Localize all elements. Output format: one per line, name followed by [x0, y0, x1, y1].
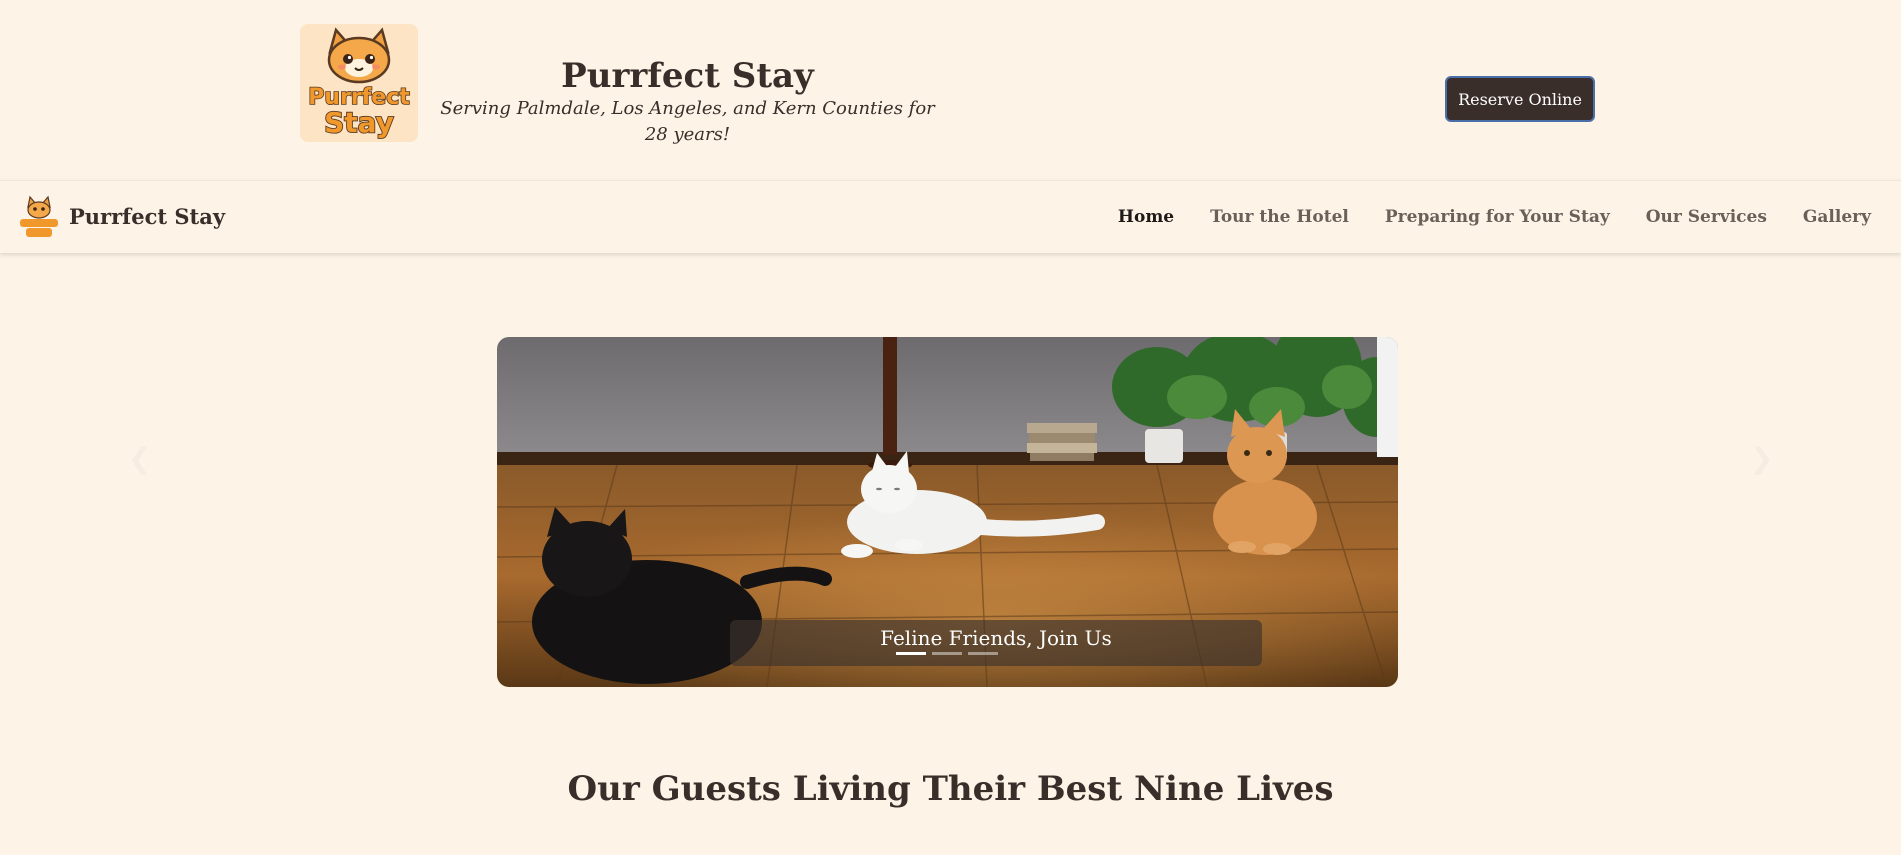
top-header: Purrfect Stay Purrfect Stay Serving Palm…	[0, 0, 1901, 180]
section-heading: Our Guests Living Their Best Nine Lives	[567, 769, 1334, 809]
nav-brand[interactable]: Purrfect Stay	[69, 203, 225, 231]
carousel-caption: Feline Friends, Join Us	[730, 620, 1262, 666]
carousel-caption-text: Feline Friends, Join Us	[880, 626, 1112, 650]
site-logo[interactable]: Purrfect Stay	[300, 24, 418, 142]
hero-carousel: ❮ ❯ Feline Friends, Join Us	[0, 252, 1901, 702]
nav-logo[interactable]	[18, 195, 60, 239]
carousel-slide: Feline Friends, Join Us	[497, 337, 1398, 687]
cat-logo-icon: Purrfect Stay	[307, 27, 411, 140]
nav-item-our-services[interactable]: Our Services	[1646, 205, 1767, 229]
nav-links: Home Tour the Hotel Preparing for Your S…	[1118, 205, 1871, 229]
carousel-indicators	[896, 652, 998, 655]
nav-item-gallery[interactable]: Gallery	[1803, 205, 1871, 229]
cat-logo-icon	[20, 195, 58, 237]
nav-item-home[interactable]: Home	[1118, 205, 1174, 229]
nav-item-preparing-for-your-stay[interactable]: Preparing for Your Stay	[1385, 205, 1610, 229]
site-tagline: Serving Palmdale, Los Angeles, and Kern …	[440, 98, 935, 145]
carousel-indicator-2[interactable]	[932, 652, 962, 655]
carousel-indicator-3[interactable]	[968, 652, 998, 655]
main-navbar: Purrfect Stay Home Tour the Hotel Prepar…	[0, 180, 1901, 253]
nav-item-tour-the-hotel[interactable]: Tour the Hotel	[1210, 205, 1349, 229]
logo-text: Stay	[324, 106, 394, 139]
site-title: Purrfect Stay	[561, 56, 814, 96]
reserve-online-button[interactable]: Reserve Online	[1445, 76, 1595, 122]
chevron-right-icon[interactable]: ❯	[1750, 442, 1773, 475]
carousel-indicator-1[interactable]	[896, 652, 926, 655]
chevron-left-icon[interactable]: ❮	[128, 442, 151, 475]
